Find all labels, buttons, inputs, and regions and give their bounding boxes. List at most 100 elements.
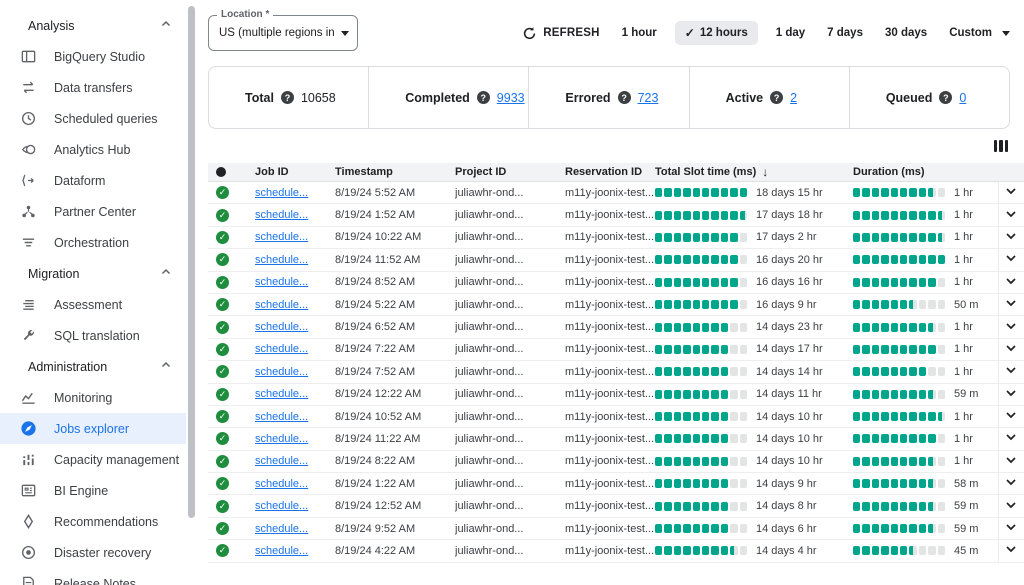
job-id-link[interactable]: schedule...	[255, 231, 308, 243]
status-column-header[interactable]	[208, 167, 255, 177]
col-header-timestamp[interactable]: Timestamp	[335, 166, 455, 178]
col-header-slot-time[interactable]: Total Slot time (ms) ↓	[655, 165, 853, 179]
stat-value[interactable]: 2	[790, 91, 797, 105]
reservation-id-cell: m11y-joonix-test...	[565, 231, 655, 243]
job-id-link[interactable]: schedule...	[255, 455, 308, 467]
reservation-id-cell: m11y-joonix-test...	[565, 478, 655, 490]
location-select[interactable]: Location * US (multiple regions in Un...	[208, 15, 358, 51]
expand-row-button[interactable]	[998, 518, 1023, 539]
job-id-link[interactable]: schedule...	[255, 411, 308, 423]
duration-cell: 59 m	[853, 523, 998, 535]
range-chip-12-hours[interactable]: ✓12 hours	[675, 21, 758, 45]
job-id-link[interactable]: schedule...	[255, 523, 308, 535]
job-id-link[interactable]: schedule...	[255, 343, 308, 355]
sidebar-item-monitoring[interactable]: Monitoring	[0, 382, 186, 413]
help-icon[interactable]: ?	[770, 91, 783, 104]
col-header-project-id[interactable]: Project ID	[455, 166, 565, 178]
expand-row-button[interactable]	[998, 182, 1023, 203]
sidebar-item-orchestration[interactable]: Orchestration	[0, 227, 186, 258]
sidebar-item-scheduled-queries[interactable]: Scheduled queries	[0, 103, 186, 134]
sidebar-section-administration[interactable]: Administration	[0, 351, 186, 382]
project-id-cell: juliawhr-ond...	[455, 433, 565, 445]
expand-row-button[interactable]	[998, 451, 1023, 472]
expand-row-button[interactable]	[998, 249, 1023, 270]
sidebar-section-migration[interactable]: Migration	[0, 258, 186, 289]
col-header-duration[interactable]: Duration (ms)	[853, 166, 998, 178]
job-id-link[interactable]: schedule...	[255, 254, 308, 266]
stat-value[interactable]: 723	[638, 91, 659, 105]
status-filter-icon[interactable]	[216, 167, 226, 177]
range-chip-30-days[interactable]: 30 days	[881, 22, 931, 44]
range-chip-7-days[interactable]: 7 days	[823, 22, 867, 44]
job-id-link[interactable]: schedule...	[255, 366, 308, 378]
expand-row-button[interactable]	[998, 316, 1023, 337]
expand-row-button[interactable]	[998, 384, 1023, 405]
job-id-link[interactable]: schedule...	[255, 187, 308, 199]
job-id-link[interactable]: schedule...	[255, 388, 308, 400]
expand-row-button[interactable]	[998, 473, 1023, 494]
slot-time-cell: 16 days 20 hr	[655, 254, 853, 266]
stat-value[interactable]: 0	[959, 91, 966, 105]
duration-cell: 58 m	[853, 478, 998, 490]
expand-row-button[interactable]	[998, 361, 1023, 382]
job-id-cell: schedule...	[255, 500, 335, 512]
expand-row-button[interactable]	[998, 272, 1023, 293]
job-id-link[interactable]: schedule...	[255, 276, 308, 288]
job-id-link[interactable]: schedule...	[255, 321, 308, 333]
sort-desc-icon[interactable]: ↓	[762, 165, 768, 179]
sidebar-item-sql-translation[interactable]: SQL translation	[0, 320, 186, 351]
expand-row-button[interactable]	[998, 495, 1023, 516]
expand-row-button[interactable]	[998, 428, 1023, 449]
sidebar-item-assessment[interactable]: Assessment	[0, 289, 186, 320]
sidebar-scrollbar[interactable]	[186, 0, 199, 585]
expand-row-button[interactable]	[998, 204, 1023, 225]
job-id-link[interactable]: schedule...	[255, 545, 308, 557]
sidebar-section-analysis[interactable]: Analysis	[0, 10, 186, 41]
job-id-link[interactable]: schedule...	[255, 478, 308, 490]
sidebar-item-partner-center[interactable]: Partner Center	[0, 196, 186, 227]
sidebar-item-release-notes[interactable]: Release Notes	[0, 568, 186, 585]
sidebar-item-jobs-explorer[interactable]: Jobs explorer	[0, 413, 186, 444]
success-check-icon: ✓	[216, 209, 229, 222]
sidebar-item-capacity-management[interactable]: Capacity management	[0, 444, 186, 475]
slot-time-value: 14 days 14 hr	[756, 366, 823, 378]
sidebar-item-bigquery-studio[interactable]: BigQuery Studio	[0, 41, 186, 72]
job-id-cell: schedule...	[255, 411, 335, 423]
help-icon[interactable]: ?	[939, 91, 952, 104]
help-icon[interactable]: ?	[281, 91, 294, 104]
range-chip-1-day[interactable]: 1 day	[772, 22, 809, 44]
sidebar-item-recommendations[interactable]: Recommendations	[0, 506, 186, 537]
sidebar-item-disaster-recovery[interactable]: Disaster recovery	[0, 537, 186, 568]
table-row: ✓schedule...8/19/24 10:52 AMjuliawhr-ond…	[208, 406, 1024, 428]
help-icon[interactable]: ?	[477, 91, 490, 104]
expand-row-button[interactable]	[998, 540, 1023, 561]
refresh-button[interactable]: REFRESH	[522, 26, 599, 41]
expand-row-button[interactable]	[998, 294, 1023, 315]
range-chip-1-hour[interactable]: 1 hour	[618, 22, 661, 44]
help-icon[interactable]: ?	[618, 91, 631, 104]
sidebar: AnalysisBigQuery StudioData transfersSch…	[0, 0, 186, 585]
sidebar-item-label: Capacity management	[54, 453, 179, 467]
job-id-link[interactable]: schedule...	[255, 433, 308, 445]
sidebar-item-dataform[interactable]: Dataform	[0, 165, 186, 196]
expand-row-button[interactable]	[998, 227, 1023, 248]
expand-row-button[interactable]	[998, 406, 1023, 427]
expand-row-button[interactable]	[998, 339, 1023, 360]
location-value: US (multiple regions in Un...	[219, 27, 337, 39]
job-id-link[interactable]: schedule...	[255, 209, 308, 221]
sidebar-item-data-transfers[interactable]: Data transfers	[0, 72, 186, 103]
stat-value[interactable]: 9933	[497, 91, 525, 105]
slot-time-bar	[655, 390, 747, 399]
duration-value: 59 m	[954, 523, 994, 535]
sidebar-item-bi-engine[interactable]: BI Engine	[0, 475, 186, 506]
job-id-link[interactable]: schedule...	[255, 500, 308, 512]
sidebar-item-analytics-hub[interactable]: Analytics Hub	[0, 134, 186, 165]
col-header-reservation-id[interactable]: Reservation ID	[565, 166, 655, 178]
duration-cell: 1 hr	[853, 276, 998, 288]
sidebar-scrollbar-thumb[interactable]	[188, 6, 195, 518]
col-header-job-id[interactable]: Job ID	[255, 166, 335, 178]
sidebar-item-label: SQL translation	[54, 329, 140, 343]
custom-range-button[interactable]: Custom	[949, 27, 1010, 39]
job-id-link[interactable]: schedule...	[255, 299, 308, 311]
column-chooser-icon[interactable]	[994, 140, 1008, 152]
